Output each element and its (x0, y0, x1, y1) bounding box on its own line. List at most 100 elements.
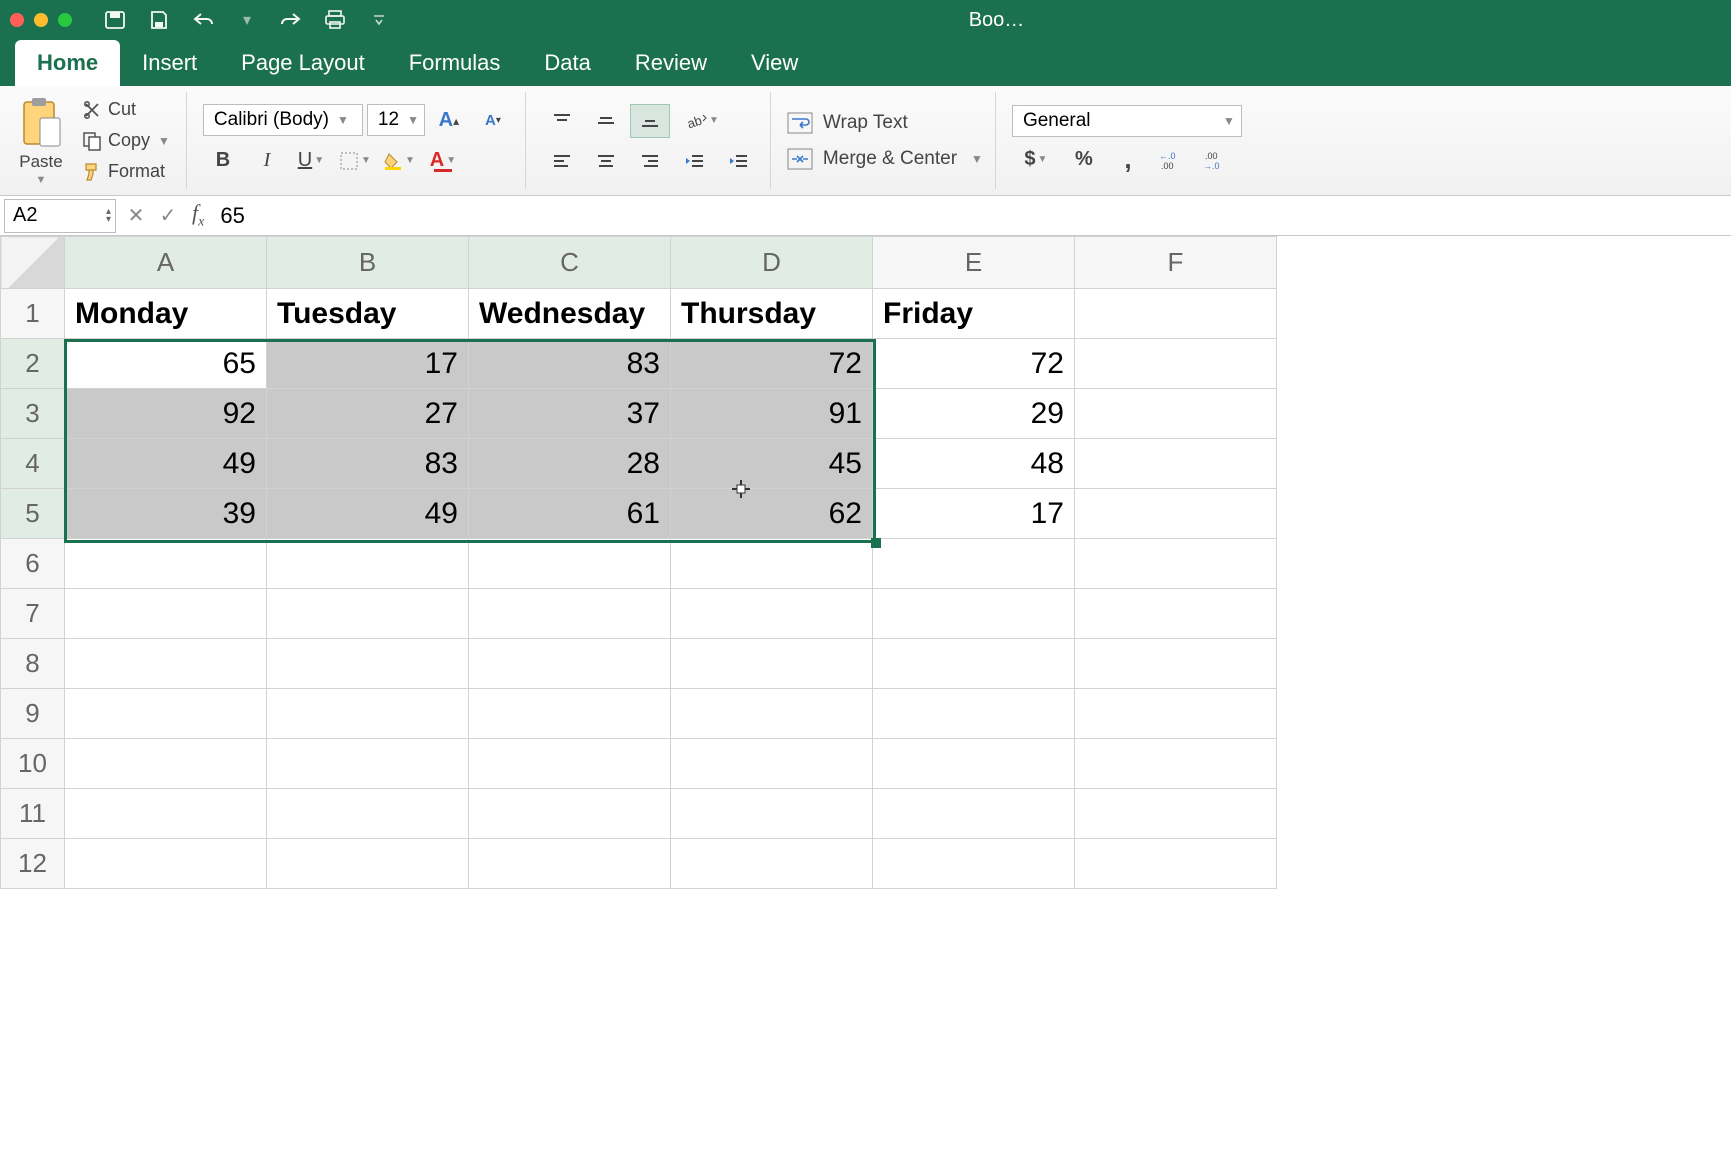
minimize-window-icon[interactable] (34, 13, 48, 27)
paste-button[interactable]: Paste ▼ (12, 94, 70, 188)
increase-font-button[interactable]: A▴ (429, 104, 469, 138)
column-header-e[interactable]: E (873, 237, 1075, 289)
cell-e3[interactable]: 29 (873, 389, 1075, 439)
cell-e1[interactable]: Friday (873, 289, 1075, 339)
redo-icon[interactable] (278, 9, 304, 31)
cell-f2[interactable] (1075, 339, 1277, 389)
cell-e4[interactable]: 48 (873, 439, 1075, 489)
align-bottom-button[interactable] (630, 104, 670, 138)
cell-b3[interactable]: 27 (267, 389, 469, 439)
cell-c4[interactable]: 28 (469, 439, 671, 489)
qat-customize-icon[interactable] (366, 9, 392, 31)
borders-button[interactable]: ▼ (335, 144, 375, 178)
cell-f1[interactable] (1075, 289, 1277, 339)
align-left-button[interactable] (542, 144, 582, 178)
cell-c2[interactable]: 83 (469, 339, 671, 389)
tab-formulas[interactable]: Formulas (387, 40, 523, 86)
number-format-combo[interactable]: General▼ (1012, 105, 1242, 137)
decrease-font-button[interactable]: A▾ (473, 104, 513, 138)
currency-button[interactable]: $▼ (1012, 143, 1060, 177)
name-box[interactable]: A2 ▴▾ (4, 199, 116, 233)
cell-a5[interactable]: 39 (65, 489, 267, 539)
cell-e2[interactable]: 72 (873, 339, 1075, 389)
font-name-combo[interactable]: Calibri (Body)▼ (203, 104, 363, 136)
row-header-9[interactable]: 9 (1, 689, 65, 739)
row-header-2[interactable]: 2 (1, 339, 65, 389)
spreadsheet-grid[interactable]: A B C D E F 1 Monday Tuesday Wednesday T… (0, 236, 1731, 889)
undo-dropdown-icon[interactable]: ▾ (234, 9, 260, 31)
cell-a3[interactable]: 92 (65, 389, 267, 439)
cell-d5[interactable]: 62 (671, 489, 873, 539)
row-header-1[interactable]: 1 (1, 289, 65, 339)
comma-style-button[interactable]: , (1108, 143, 1148, 177)
cell-b5[interactable]: 49 (267, 489, 469, 539)
bold-button[interactable]: B (203, 144, 243, 178)
cell-a2[interactable]: 65 (65, 339, 267, 389)
row-header-11[interactable]: 11 (1, 789, 65, 839)
orientation-button[interactable]: ab▼ (674, 104, 730, 138)
cell-a1[interactable]: Monday (65, 289, 267, 339)
maximize-window-icon[interactable] (58, 13, 72, 27)
column-header-b[interactable]: B (267, 237, 469, 289)
cell-c5[interactable]: 61 (469, 489, 671, 539)
cell-f5[interactable] (1075, 489, 1277, 539)
cell-d4[interactable]: 45 (671, 439, 873, 489)
row-header-5[interactable]: 5 (1, 489, 65, 539)
format-painter-button[interactable]: Format (78, 159, 174, 184)
tab-home[interactable]: Home (15, 40, 120, 86)
cell-a4[interactable]: 49 (65, 439, 267, 489)
tab-insert[interactable]: Insert (120, 40, 219, 86)
cell-d3[interactable]: 91 (671, 389, 873, 439)
font-size-combo[interactable]: 12▼ (367, 104, 425, 136)
save-icon[interactable] (146, 9, 172, 31)
fx-icon[interactable]: fx (184, 200, 212, 230)
cell-c1[interactable]: Wednesday (469, 289, 671, 339)
align-top-button[interactable] (542, 104, 582, 138)
cell-d1[interactable]: Thursday (671, 289, 873, 339)
cell-d2[interactable]: 72 (671, 339, 873, 389)
column-header-d[interactable]: D (671, 237, 873, 289)
decrease-indent-button[interactable] (674, 144, 714, 178)
row-header-3[interactable]: 3 (1, 389, 65, 439)
undo-icon[interactable] (190, 9, 216, 31)
wrap-text-button[interactable]: Wrap Text (787, 112, 983, 134)
percent-button[interactable]: % (1064, 143, 1104, 177)
enter-formula-button[interactable]: ✓ (152, 200, 184, 232)
align-middle-button[interactable] (586, 104, 626, 138)
underline-button[interactable]: U▼ (291, 144, 331, 178)
increase-decimal-button[interactable]: ←.0.00 (1152, 143, 1192, 177)
print-icon[interactable] (322, 9, 348, 31)
cell-c3[interactable]: 37 (469, 389, 671, 439)
cut-button[interactable]: Cut (78, 97, 174, 122)
row-header-7[interactable]: 7 (1, 589, 65, 639)
column-header-c[interactable]: C (469, 237, 671, 289)
decrease-decimal-button[interactable]: .00→.0 (1196, 143, 1236, 177)
italic-button[interactable]: I (247, 144, 287, 178)
merge-center-button[interactable]: Merge & Center▼ (787, 148, 983, 170)
select-all-corner[interactable] (1, 237, 65, 289)
autosave-icon[interactable] (102, 9, 128, 31)
tab-data[interactable]: Data (522, 40, 612, 86)
copy-button[interactable]: Copy▼ (78, 128, 174, 153)
fill-color-button[interactable]: ▼ (379, 144, 419, 178)
tab-view[interactable]: View (729, 40, 820, 86)
align-right-button[interactable] (630, 144, 670, 178)
cancel-formula-button[interactable]: ✕ (120, 200, 152, 232)
column-header-f[interactable]: F (1075, 237, 1277, 289)
formula-input[interactable] (212, 203, 1731, 229)
increase-indent-button[interactable] (718, 144, 758, 178)
row-header-10[interactable]: 10 (1, 739, 65, 789)
row-header-8[interactable]: 8 (1, 639, 65, 689)
cell-b4[interactable]: 83 (267, 439, 469, 489)
row-header-12[interactable]: 12 (1, 839, 65, 889)
cell-e5[interactable]: 17 (873, 489, 1075, 539)
tab-page-layout[interactable]: Page Layout (219, 40, 387, 86)
cell-b1[interactable]: Tuesday (267, 289, 469, 339)
cell-b2[interactable]: 17 (267, 339, 469, 389)
tab-review[interactable]: Review (613, 40, 729, 86)
align-center-button[interactable] (586, 144, 626, 178)
cell-f3[interactable] (1075, 389, 1277, 439)
font-color-button[interactable]: A▼ (423, 144, 463, 178)
row-header-6[interactable]: 6 (1, 539, 65, 589)
column-header-a[interactable]: A (65, 237, 267, 289)
